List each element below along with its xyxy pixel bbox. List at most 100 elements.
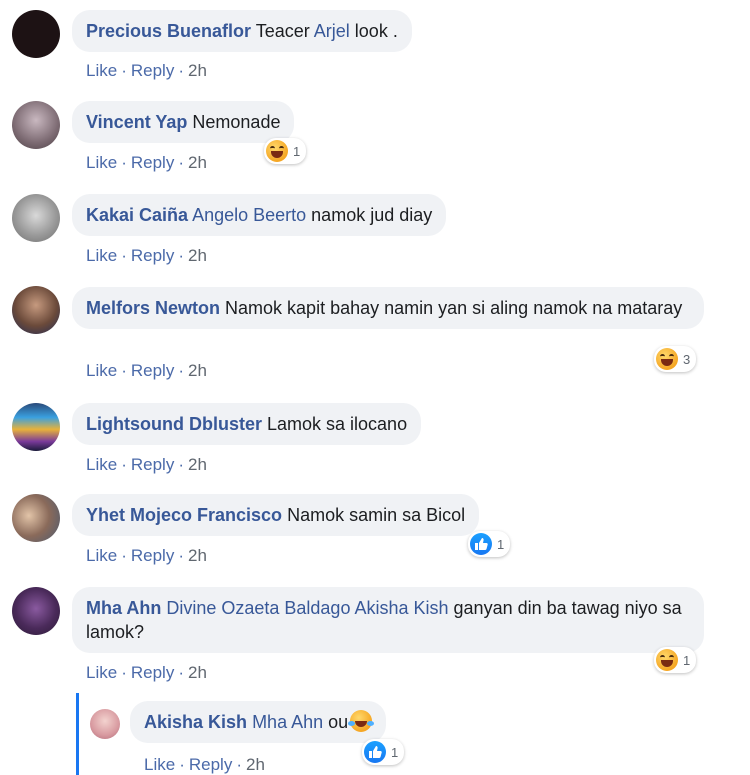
comment-text: Namok samin sa Bicol	[287, 505, 466, 525]
author-name[interactable]: Lightsound Dbluster	[86, 414, 262, 434]
separator: ·	[178, 455, 184, 474]
comment-body: Lamok sa ilocano	[267, 414, 407, 434]
like-link[interactable]: Like	[86, 246, 117, 265]
separator: ·	[178, 246, 184, 265]
comment-bubble: Vincent Yap Nemonade	[72, 101, 295, 143]
separator: ·	[178, 153, 184, 172]
reaction-badge[interactable]: 1	[362, 739, 405, 765]
reply-link[interactable]: Reply	[131, 361, 174, 380]
reply-link[interactable]: Reply	[131, 663, 174, 682]
avatar[interactable]	[90, 709, 120, 739]
comment-bubble: Kakai Caiña Angelo Beerto namok jud diay	[72, 194, 447, 236]
comment-body: Namok samin sa Bicol	[287, 505, 465, 525]
rolling-laughing-emoji	[348, 710, 375, 732]
comment-body: Angelo Beerto namok jud diay	[192, 205, 432, 225]
avatar[interactable]	[12, 587, 60, 635]
author-name[interactable]: Akisha Kish	[144, 712, 247, 732]
reply-link[interactable]: Reply	[131, 61, 174, 80]
mention-link[interactable]: Mha Ahn	[252, 712, 323, 732]
timestamp[interactable]: 2h	[188, 361, 207, 380]
separator: ·	[121, 361, 127, 380]
like-link[interactable]: Like	[86, 361, 117, 380]
separator: ·	[121, 455, 127, 474]
author-name[interactable]: Yhet Mojeco Francisco	[86, 505, 282, 525]
comment-bubble: Yhet Mojeco Francisco Namok samin sa Bic…	[72, 494, 480, 536]
like-link[interactable]: Like	[144, 755, 175, 774]
author-name[interactable]: Precious Buenaflor	[86, 21, 251, 41]
avatar[interactable]	[12, 403, 60, 451]
comment-actions: Like · Reply · 2h	[144, 755, 265, 775]
like-link[interactable]: Like	[86, 61, 117, 80]
comment-text: ou	[323, 712, 349, 732]
reply-link[interactable]: Reply	[131, 546, 174, 565]
reaction-count: 1	[293, 143, 301, 159]
reaction-count: 3	[683, 351, 691, 367]
reaction-badge[interactable]: 3	[654, 346, 697, 372]
reply-thread-line	[76, 693, 79, 775]
haha-reaction-icon	[656, 649, 678, 671]
comment-bubble: Akisha Kish Mha Ahn ou	[130, 701, 387, 743]
reaction-count: 1	[391, 744, 399, 760]
author-name[interactable]: Mha Ahn	[86, 598, 161, 618]
author-name[interactable]: Melfors Newton	[86, 298, 220, 318]
reply-link[interactable]: Reply	[189, 755, 232, 774]
comment-body: Namok kapit bahay namin yan si aling nam…	[225, 298, 682, 318]
like-link[interactable]: Like	[86, 546, 117, 565]
haha-reaction-icon	[656, 348, 678, 370]
timestamp[interactable]: 2h	[246, 755, 265, 774]
separator: ·	[121, 546, 127, 565]
comment-actions: Like · Reply · 2h	[86, 663, 207, 683]
separator: ·	[178, 546, 184, 565]
reply-link[interactable]: Reply	[131, 153, 174, 172]
comment-text: Namok kapit bahay namin yan si aling nam…	[225, 298, 683, 318]
timestamp[interactable]: 2h	[188, 455, 207, 474]
author-name[interactable]: Kakai Caiña	[86, 205, 188, 225]
timestamp[interactable]: 2h	[188, 246, 207, 265]
avatar[interactable]	[12, 10, 60, 58]
timestamp[interactable]: 2h	[188, 153, 207, 172]
comment-body: Teacer Arjel look .	[256, 21, 398, 41]
avatar[interactable]	[12, 286, 60, 334]
reply-link[interactable]: Reply	[131, 455, 174, 474]
avatar[interactable]	[12, 194, 60, 242]
separator: ·	[178, 61, 184, 80]
like-link[interactable]: Like	[86, 153, 117, 172]
comment-text: Nemonade	[192, 112, 281, 132]
like-link[interactable]: Like	[86, 455, 117, 474]
reaction-count: 1	[683, 652, 691, 668]
timestamp[interactable]: 2h	[188, 546, 207, 565]
avatar[interactable]	[12, 101, 60, 149]
comment-body: Nemonade	[192, 112, 280, 132]
mention-link[interactable]: Akisha Kish	[354, 598, 448, 618]
comment-actions: Like · Reply · 2h	[86, 361, 207, 381]
reaction-badge[interactable]: 1	[654, 647, 697, 673]
comment-bubble: Melfors Newton Namok kapit bahay namin y…	[72, 287, 704, 329]
comment-body: Divine Ozaeta Baldago Akisha Kish ganyan…	[86, 598, 682, 642]
separator: ·	[178, 663, 184, 682]
separator: ·	[178, 361, 184, 380]
timestamp[interactable]: 2h	[188, 663, 207, 682]
comment-actions: Like · Reply · 2h	[86, 246, 207, 266]
comment-text: Lamok sa ilocano	[267, 414, 408, 434]
comment-actions: Like · Reply · 2h	[86, 61, 207, 81]
comment-actions: Like · Reply · 2h	[86, 455, 207, 475]
reaction-badge[interactable]: 1	[264, 138, 307, 164]
like-link[interactable]: Like	[86, 663, 117, 682]
mention-link[interactable]: Angelo Beerto	[192, 205, 306, 225]
like-reaction-icon	[470, 533, 492, 555]
haha-reaction-icon	[266, 140, 288, 162]
reply-link[interactable]: Reply	[131, 246, 174, 265]
separator: ·	[121, 246, 127, 265]
mention-link[interactable]: Arjel	[314, 21, 350, 41]
mention-link[interactable]: Divine Ozaeta Baldago	[166, 598, 350, 618]
comment-bubble: Mha Ahn Divine Ozaeta Baldago Akisha Kis…	[72, 587, 704, 653]
timestamp[interactable]: 2h	[188, 61, 207, 80]
comment-text: namok jud diay	[306, 205, 433, 225]
avatar[interactable]	[12, 494, 60, 542]
comment-actions: Like · Reply · 2h	[86, 153, 207, 173]
like-reaction-icon	[364, 741, 386, 763]
author-name[interactable]: Vincent Yap	[86, 112, 187, 132]
comment-bubble: Precious Buenaflor Teacer Arjel look .	[72, 10, 412, 52]
reaction-badge[interactable]: 1	[468, 531, 511, 557]
reaction-count: 1	[497, 536, 505, 552]
